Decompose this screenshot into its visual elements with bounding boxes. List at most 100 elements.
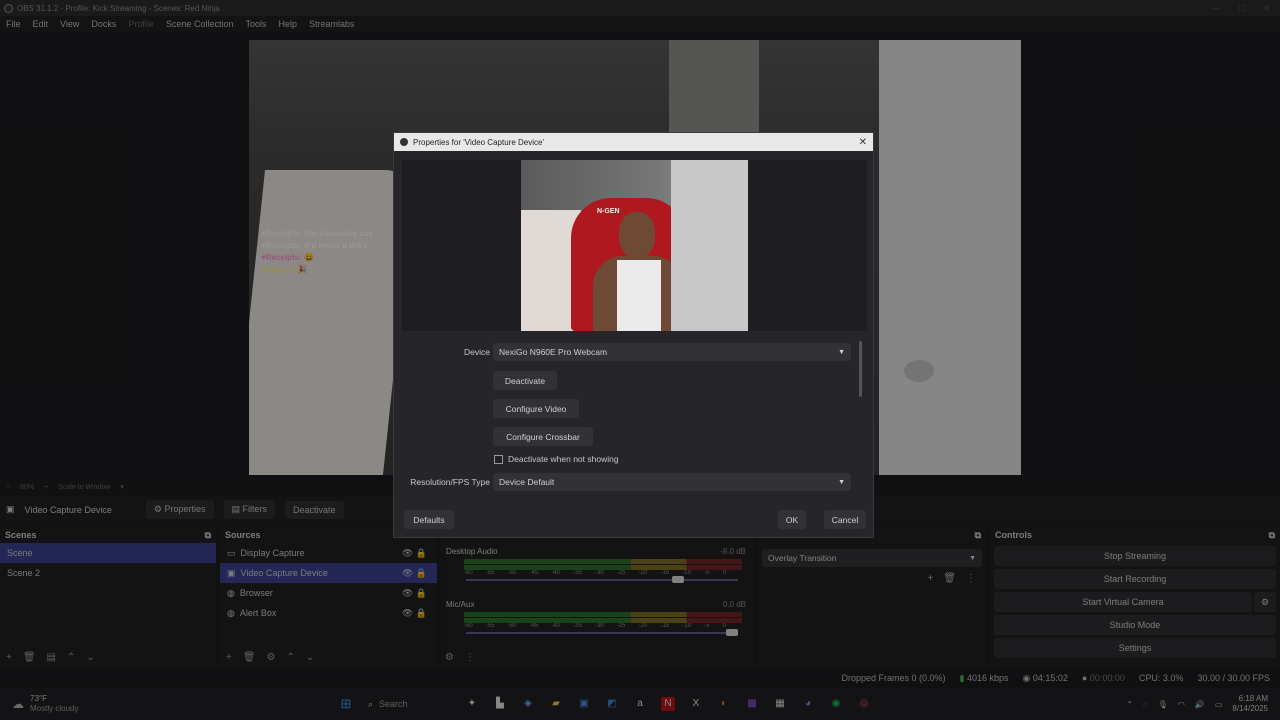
source-item[interactable]: ◍ Browser 👁 🔒 xyxy=(220,583,437,603)
x-icon[interactable]: X xyxy=(689,697,703,711)
tick: -10 xyxy=(682,570,691,576)
close-window-button[interactable]: ✕ xyxy=(1263,4,1270,13)
spotify-icon[interactable]: ◉ xyxy=(829,697,843,711)
resolution-select[interactable]: Device Default ▼ xyxy=(493,473,851,491)
volume-slider[interactable] xyxy=(466,629,738,636)
more-icon[interactable]: ⋮ xyxy=(465,652,475,663)
mic-icon[interactable]: 🎙 xyxy=(1158,700,1168,709)
eye-icon[interactable]: 👁 🔒 xyxy=(402,588,427,599)
zoom-out-button[interactable]: − xyxy=(6,484,10,491)
filters-button[interactable]: ▤ Filters xyxy=(223,500,276,519)
trash-icon[interactable]: 🗑 xyxy=(23,652,36,663)
checkbox-box[interactable] xyxy=(494,454,503,464)
windows-start-icon[interactable]: ⊞ xyxy=(339,697,353,711)
undock-icon[interactable]: ⧉ xyxy=(1269,530,1275,541)
undock-icon[interactable]: ⧉ xyxy=(975,530,981,541)
deactivate-button[interactable]: Deactivate xyxy=(285,500,344,519)
source-item[interactable]: ▣ Video Capture Device 👁 🔒 xyxy=(220,563,437,583)
configure-crossbar-button[interactable]: Configure Crossbar xyxy=(493,427,593,446)
menu-streamlabs[interactable]: Streamlabs xyxy=(309,19,355,29)
source-item[interactable]: ▭ Display Capture 👁 🔒 xyxy=(220,543,437,563)
menu-view[interactable]: View xyxy=(60,19,79,29)
menu-file[interactable]: File xyxy=(6,19,21,29)
gear-icon[interactable]: ⚙ xyxy=(1254,592,1276,612)
chevron-up-icon[interactable]: ⌃ xyxy=(1126,700,1133,709)
widgets-icon[interactable]: ✦ xyxy=(465,697,479,711)
volume-knob[interactable] xyxy=(671,576,684,583)
copilot-icon[interactable]: ◈ xyxy=(521,697,535,711)
volume-knob[interactable] xyxy=(726,629,738,636)
deactivate-device-button[interactable]: Deactivate xyxy=(493,371,557,390)
scene-item[interactable]: Scene 2 xyxy=(0,563,216,583)
settings-button[interactable]: Settings xyxy=(994,638,1276,658)
chevron-up-icon[interactable]: ⌃ xyxy=(67,652,75,663)
volume-slider[interactable] xyxy=(466,576,738,583)
speaker-icon[interactable]: 🔊 xyxy=(1195,700,1205,709)
eye-icon[interactable]: 👁 🔒 xyxy=(402,548,427,559)
weather-widget[interactable]: ☁ 73°F Mostly cloudy xyxy=(12,694,332,714)
studio-mode-button[interactable]: Studio Mode xyxy=(994,615,1276,635)
maximize-button[interactable]: ☐ xyxy=(1238,4,1245,13)
configure-video-button[interactable]: Configure Video xyxy=(493,399,579,418)
tick: -55 xyxy=(485,623,495,629)
cancel-button[interactable]: Cancel xyxy=(824,510,866,529)
clock[interactable]: 6:18 AM 8/14/2025 xyxy=(1232,694,1268,714)
stop-streaming-button[interactable]: Stop Streaming xyxy=(994,546,1276,566)
firefox-icon[interactable]: ◐ xyxy=(717,697,731,711)
add-icon[interactable]: + xyxy=(6,652,12,663)
scrollbar[interactable] xyxy=(859,341,862,397)
device-select[interactable]: NexiGo N960E Pro Webcam ▼ xyxy=(493,343,851,361)
battery-icon[interactable]: ▭ xyxy=(1215,700,1223,709)
netflix-icon[interactable]: N xyxy=(661,697,675,711)
search-placeholder: Search xyxy=(379,699,408,709)
eye-icon[interactable]: 👁 🔒 xyxy=(402,608,427,619)
transition-value: Overlay Transition xyxy=(768,553,837,563)
deactivate-when-hidden-checkbox[interactable]: Deactivate when not showing xyxy=(494,454,619,464)
add-icon[interactable]: + xyxy=(226,652,232,663)
ok-button[interactable]: OK xyxy=(778,510,806,529)
outlook-icon[interactable]: ◩ xyxy=(605,697,619,711)
chevron-down-icon[interactable]: ▾ xyxy=(120,483,124,491)
terminal-icon[interactable]: ▦ xyxy=(773,697,787,711)
eye-icon[interactable]: 👁 🔒 xyxy=(402,568,427,579)
start-recording-button[interactable]: Start Recording xyxy=(994,569,1276,589)
defaults-button[interactable]: Defaults xyxy=(404,510,454,529)
menu-help[interactable]: Help xyxy=(278,19,297,29)
twitch-icon[interactable]: ▩ xyxy=(745,697,759,711)
chevron-down-icon[interactable]: ⌄ xyxy=(86,652,94,663)
network-icon[interactable]: ◌ xyxy=(1143,700,1148,709)
menu-tools[interactable]: Tools xyxy=(245,19,266,29)
store-icon[interactable]: ▣ xyxy=(577,697,591,711)
menu-profile[interactable]: Profile xyxy=(128,19,154,29)
menu-docks[interactable]: Docks xyxy=(91,19,116,29)
undock-icon[interactable]: ⧉ xyxy=(205,530,211,541)
close-icon[interactable]: ✕ xyxy=(859,137,867,148)
trash-icon[interactable]: 🗑 xyxy=(243,652,256,663)
gear-icon[interactable]: ⚙ xyxy=(267,652,276,663)
gear-icon[interactable]: ⚙ xyxy=(445,652,454,663)
discord-icon[interactable]: ◕ xyxy=(801,697,815,711)
zoom-in-button[interactable]: + xyxy=(44,484,48,491)
source-item[interactable]: ◍ Alert Box 👁 🔒 xyxy=(220,603,437,623)
trash-icon[interactable]: 🗑 xyxy=(943,573,956,584)
start-virtual-camera-button[interactable]: Start Virtual Camera xyxy=(994,592,1252,612)
filter-icon[interactable]: ▤ xyxy=(47,652,56,663)
obs-icon[interactable]: ◎ xyxy=(857,697,871,711)
properties-button[interactable]: ⚙ Properties xyxy=(145,500,214,519)
tick: -15 xyxy=(660,623,670,629)
transition-select[interactable]: Overlay Transition ▼ xyxy=(762,549,982,567)
chevron-up-icon[interactable]: ⌃ xyxy=(287,652,295,663)
scale-mode-select[interactable]: Scale to Window xyxy=(58,484,110,491)
add-icon[interactable]: + xyxy=(927,573,933,584)
menu-edit[interactable]: Edit xyxy=(33,19,49,29)
more-icon[interactable]: ⋮ xyxy=(966,573,976,584)
minimize-button[interactable]: — xyxy=(1212,4,1220,13)
taskbar-search[interactable]: ⌕ Search xyxy=(368,699,458,710)
folder-icon[interactable]: ▰ xyxy=(549,697,563,711)
scene-item[interactable]: Scene xyxy=(0,543,216,563)
taskview-icon[interactable]: ▙ xyxy=(493,697,507,711)
chevron-down-icon[interactable]: ⌄ xyxy=(306,652,314,663)
menu-scene-collection[interactable]: Scene Collection xyxy=(166,19,234,29)
amazon-icon[interactable]: a xyxy=(633,697,647,711)
wifi-icon[interactable]: ◠ xyxy=(1178,700,1185,709)
